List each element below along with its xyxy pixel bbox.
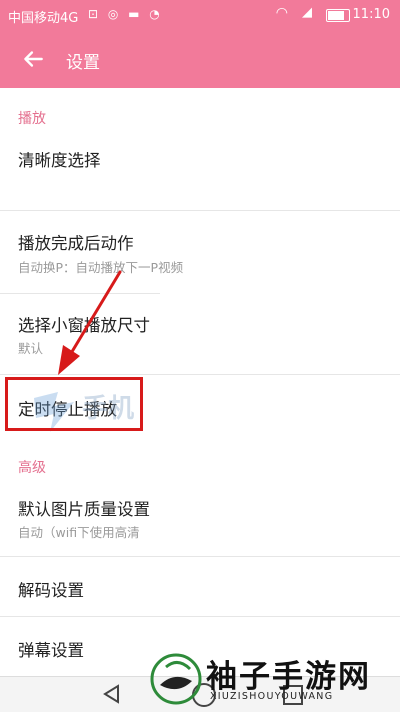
brand-subtitle: XIUZISHOUYOUWANG bbox=[210, 691, 334, 702]
brand-watermark: 袖子手游网 XIUZISHOUYOUWANG bbox=[148, 649, 398, 711]
app-bar: 设置 bbox=[0, 30, 400, 88]
notification-icons: ⊡ ◎ ▬ ◔ bbox=[88, 7, 163, 21]
back-arrow-icon[interactable] bbox=[20, 46, 46, 72]
divider bbox=[0, 293, 160, 294]
setting-sub: 自动（wifi下使用高清 bbox=[18, 525, 140, 540]
setting-item-image-quality[interactable]: 默认图片质量设置 自动（wifi下使用高清 bbox=[0, 482, 400, 552]
battery-icon bbox=[326, 9, 350, 22]
setting-label: 清晰度选择 bbox=[18, 151, 101, 170]
setting-item-quality[interactable]: 清晰度选择 bbox=[0, 135, 400, 205]
divider bbox=[0, 210, 400, 211]
divider bbox=[0, 374, 400, 375]
setting-sub: 默认 bbox=[18, 341, 44, 356]
setting-label: 选择小窗播放尺寸 bbox=[18, 316, 150, 335]
nav-back-icon[interactable] bbox=[102, 684, 122, 704]
setting-sub: 自动换P：自动播放下一P视频 bbox=[18, 260, 184, 275]
signal-icon: ◢ bbox=[302, 5, 312, 20]
setting-item-after-play[interactable]: 播放完成后动作 自动换P：自动播放下一P视频 bbox=[0, 215, 400, 290]
carrier-label: 中国移动4G bbox=[8, 11, 79, 26]
setting-item-decode[interactable]: 解码设置 bbox=[0, 560, 400, 615]
highlight-box bbox=[5, 377, 143, 431]
wifi-icon: ◠ bbox=[275, 5, 288, 21]
brand-logo-icon bbox=[150, 653, 202, 705]
status-bar: 中国移动4G ⊡ ◎ ▬ ◔ ◠ ◢ 11:10 bbox=[0, 0, 400, 30]
brand-name: 袖子手游网 bbox=[206, 659, 371, 695]
setting-label: 弹幕设置 bbox=[18, 641, 84, 660]
section-header-advanced: 高级 bbox=[18, 460, 46, 476]
setting-item-mini-window[interactable]: 选择小窗播放尺寸 默认 bbox=[0, 296, 400, 371]
setting-label: 播放完成后动作 bbox=[18, 234, 134, 253]
clock: 11:10 bbox=[352, 7, 390, 22]
divider bbox=[0, 556, 400, 557]
page-title: 设置 bbox=[66, 53, 100, 73]
setting-label: 默认图片质量设置 bbox=[18, 500, 150, 519]
section-header-playback: 播放 bbox=[18, 111, 46, 127]
divider bbox=[0, 616, 400, 617]
setting-label: 解码设置 bbox=[18, 581, 84, 600]
